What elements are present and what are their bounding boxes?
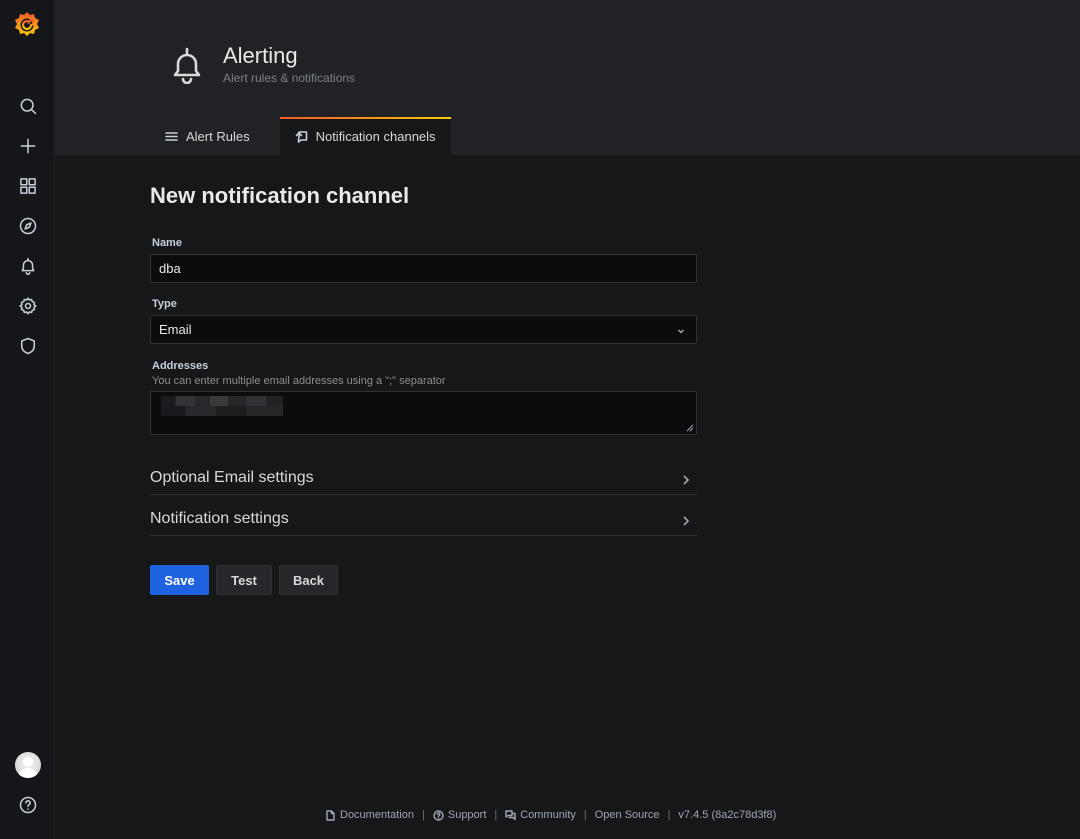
- addresses-textarea[interactable]: [150, 391, 697, 435]
- footer-open-source-link[interactable]: Open Source: [595, 809, 660, 821]
- tab-notification-channels[interactable]: Notification channels: [279, 117, 451, 155]
- back-button[interactable]: Back: [279, 565, 338, 595]
- footer-link-label: Documentation: [340, 809, 414, 821]
- search-icon: [20, 98, 36, 115]
- bell-icon: [20, 257, 35, 276]
- gear-icon: [18, 297, 37, 315]
- plus-icon: [20, 138, 35, 154]
- footer-link-label: Community: [520, 809, 576, 821]
- shield-icon: [20, 337, 35, 355]
- name-label: Name: [152, 237, 182, 249]
- resize-handle-icon[interactable]: [686, 424, 694, 432]
- sidebar-item-server-admin[interactable]: [0, 326, 55, 366]
- avatar[interactable]: [15, 752, 41, 778]
- tab-alert-rules[interactable]: Alert Rules: [150, 117, 265, 155]
- type-label: Type: [152, 298, 177, 310]
- footer-link-label: Support: [447, 809, 487, 821]
- redacted-addresses: [161, 396, 283, 416]
- footer-separator: |: [494, 809, 498, 821]
- side-menu: [0, 0, 55, 839]
- footer-support-link[interactable]: Support: [433, 809, 487, 821]
- chevron-right-icon: [681, 473, 691, 485]
- footer-separator: |: [667, 809, 671, 821]
- notification-settings-section[interactable]: Notification settings: [150, 506, 697, 536]
- bell-icon: [170, 44, 204, 85]
- comment-alt-share-icon: [295, 130, 308, 143]
- tab-label: Notification channels: [315, 128, 436, 144]
- footer: Documentation | Support | Community | Op…: [325, 807, 776, 823]
- chevron-down-icon: [676, 324, 686, 334]
- name-input[interactable]: dba: [150, 254, 697, 283]
- header-title: Alerting: [223, 43, 298, 68]
- tab-label: Alert Rules: [186, 128, 250, 144]
- footer-version: v7.4.5 (8a2c78d3f8): [678, 809, 776, 821]
- sidebar-item-explore[interactable]: [0, 206, 55, 246]
- footer-community-link[interactable]: Community: [505, 809, 576, 821]
- sidebar-item-alerting[interactable]: [0, 246, 55, 286]
- avatar-body: [19, 768, 37, 778]
- sidebar-item-search[interactable]: [0, 86, 55, 126]
- avatar-head: [23, 757, 33, 767]
- comments-alt-icon: [505, 809, 516, 821]
- footer-separator: |: [422, 809, 425, 821]
- apps-icon: [19, 178, 36, 194]
- compass-icon: [19, 217, 36, 235]
- footer-documentation-link[interactable]: Documentation: [325, 809, 414, 821]
- sidebar-item-help[interactable]: [0, 785, 55, 825]
- page-header: Alerting Alert rules & notifications Ale…: [55, 0, 1080, 155]
- addresses-label: Addresses: [152, 360, 209, 372]
- type-value: Email: [159, 322, 192, 337]
- document-info-icon: [325, 809, 336, 821]
- chevron-right-icon: [681, 514, 691, 526]
- list-icon: [165, 130, 178, 143]
- footer-link-label: Open Source: [594, 809, 660, 821]
- name-value: dba: [159, 261, 181, 276]
- grafana-logo-icon[interactable]: [12, 10, 42, 40]
- sidebar-item-configuration[interactable]: [0, 286, 55, 326]
- test-button[interactable]: Test: [216, 565, 272, 595]
- page-title: New notification channel: [150, 183, 410, 208]
- addresses-description: You can enter multiple email addresses u…: [152, 375, 446, 387]
- type-select[interactable]: Email: [150, 315, 697, 344]
- footer-separator: |: [583, 809, 587, 821]
- question-circle-icon: [19, 796, 36, 814]
- save-button[interactable]: Save: [150, 565, 209, 595]
- optional-email-settings-section[interactable]: Optional Email settings: [150, 465, 697, 495]
- section-title: Optional Email settings: [150, 469, 314, 486]
- header-subtitle: Alert rules & notifications: [223, 71, 356, 85]
- question-circle-icon: [433, 809, 444, 821]
- section-title: Notification settings: [150, 510, 289, 527]
- version-label: v7.4.5 (8a2c78d3f8): [678, 809, 777, 821]
- sidebar-item-create[interactable]: [0, 126, 55, 166]
- tabs: Alert Rules Notification channels: [150, 117, 451, 155]
- sidebar-item-dashboards[interactable]: [0, 166, 55, 206]
